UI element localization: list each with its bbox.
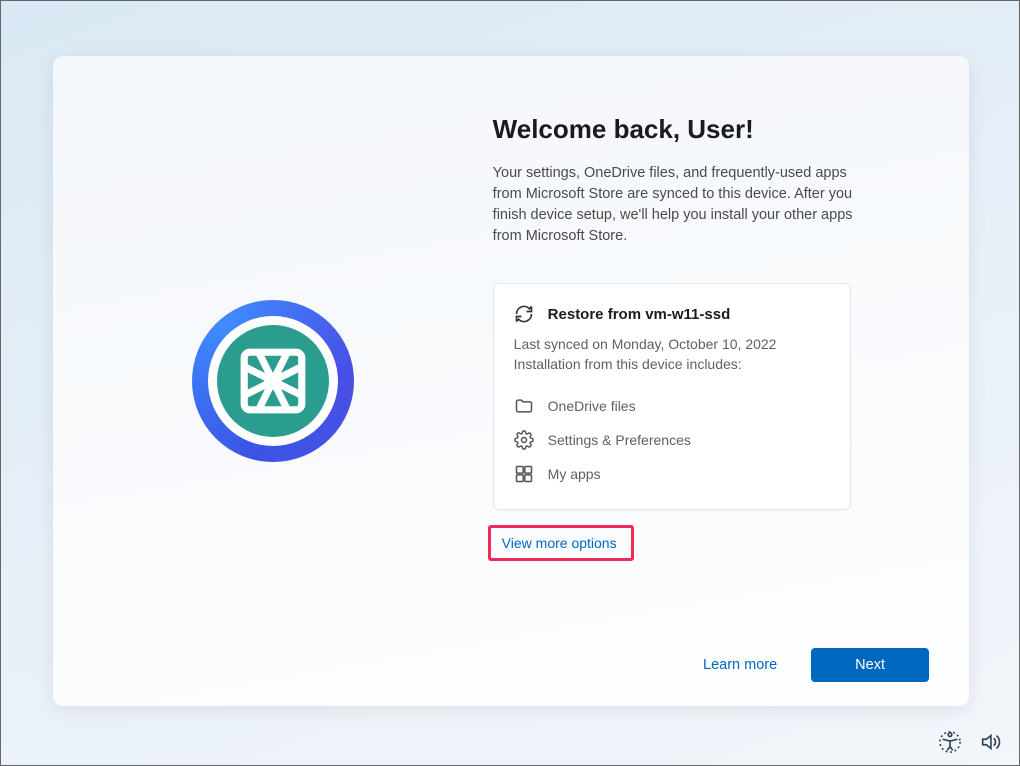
knot-icon xyxy=(237,345,309,417)
restore-header: Restore from vm-w11-ssd xyxy=(514,304,830,324)
system-tray xyxy=(939,731,1001,753)
restore-item-onedrive: OneDrive files xyxy=(514,389,830,423)
restore-includes-label: Installation from this device includes: xyxy=(514,356,742,372)
avatar-ring xyxy=(192,300,354,462)
restore-item-settings: Settings & Preferences xyxy=(514,423,830,457)
footer-actions: Learn more Next xyxy=(687,648,929,682)
learn-more-button[interactable]: Learn more xyxy=(687,648,793,682)
restore-item-apps: My apps xyxy=(514,457,830,491)
folder-icon xyxy=(514,396,534,416)
restore-subtext: Last synced on Monday, October 10, 2022 … xyxy=(514,334,830,375)
gear-icon xyxy=(514,430,534,450)
avatar-inner xyxy=(208,316,338,446)
setup-card: Welcome back, User! Your settings, OneDr… xyxy=(53,56,969,706)
volume-icon[interactable] xyxy=(979,731,1001,753)
page-title: Welcome back, User! xyxy=(493,114,929,145)
avatar-pane xyxy=(53,56,493,706)
page-description: Your settings, OneDrive files, and frequ… xyxy=(493,163,863,247)
restore-item-label: OneDrive files xyxy=(548,398,636,414)
restore-title: Restore from vm-w11-ssd xyxy=(548,306,731,323)
restore-card[interactable]: Restore from vm-w11-ssd Last synced on M… xyxy=(493,283,851,510)
apps-icon xyxy=(514,464,534,484)
next-button[interactable]: Next xyxy=(811,648,929,682)
accessibility-icon[interactable] xyxy=(939,731,961,753)
view-more-options-link[interactable]: View more options xyxy=(493,528,626,558)
avatar-icon xyxy=(217,325,329,437)
restore-item-label: My apps xyxy=(548,466,601,482)
restore-last-synced: Last synced on Monday, October 10, 2022 xyxy=(514,336,777,352)
sync-icon xyxy=(514,304,534,324)
content-pane: Welcome back, User! Your settings, OneDr… xyxy=(493,56,969,706)
restore-item-label: Settings & Preferences xyxy=(548,432,691,448)
